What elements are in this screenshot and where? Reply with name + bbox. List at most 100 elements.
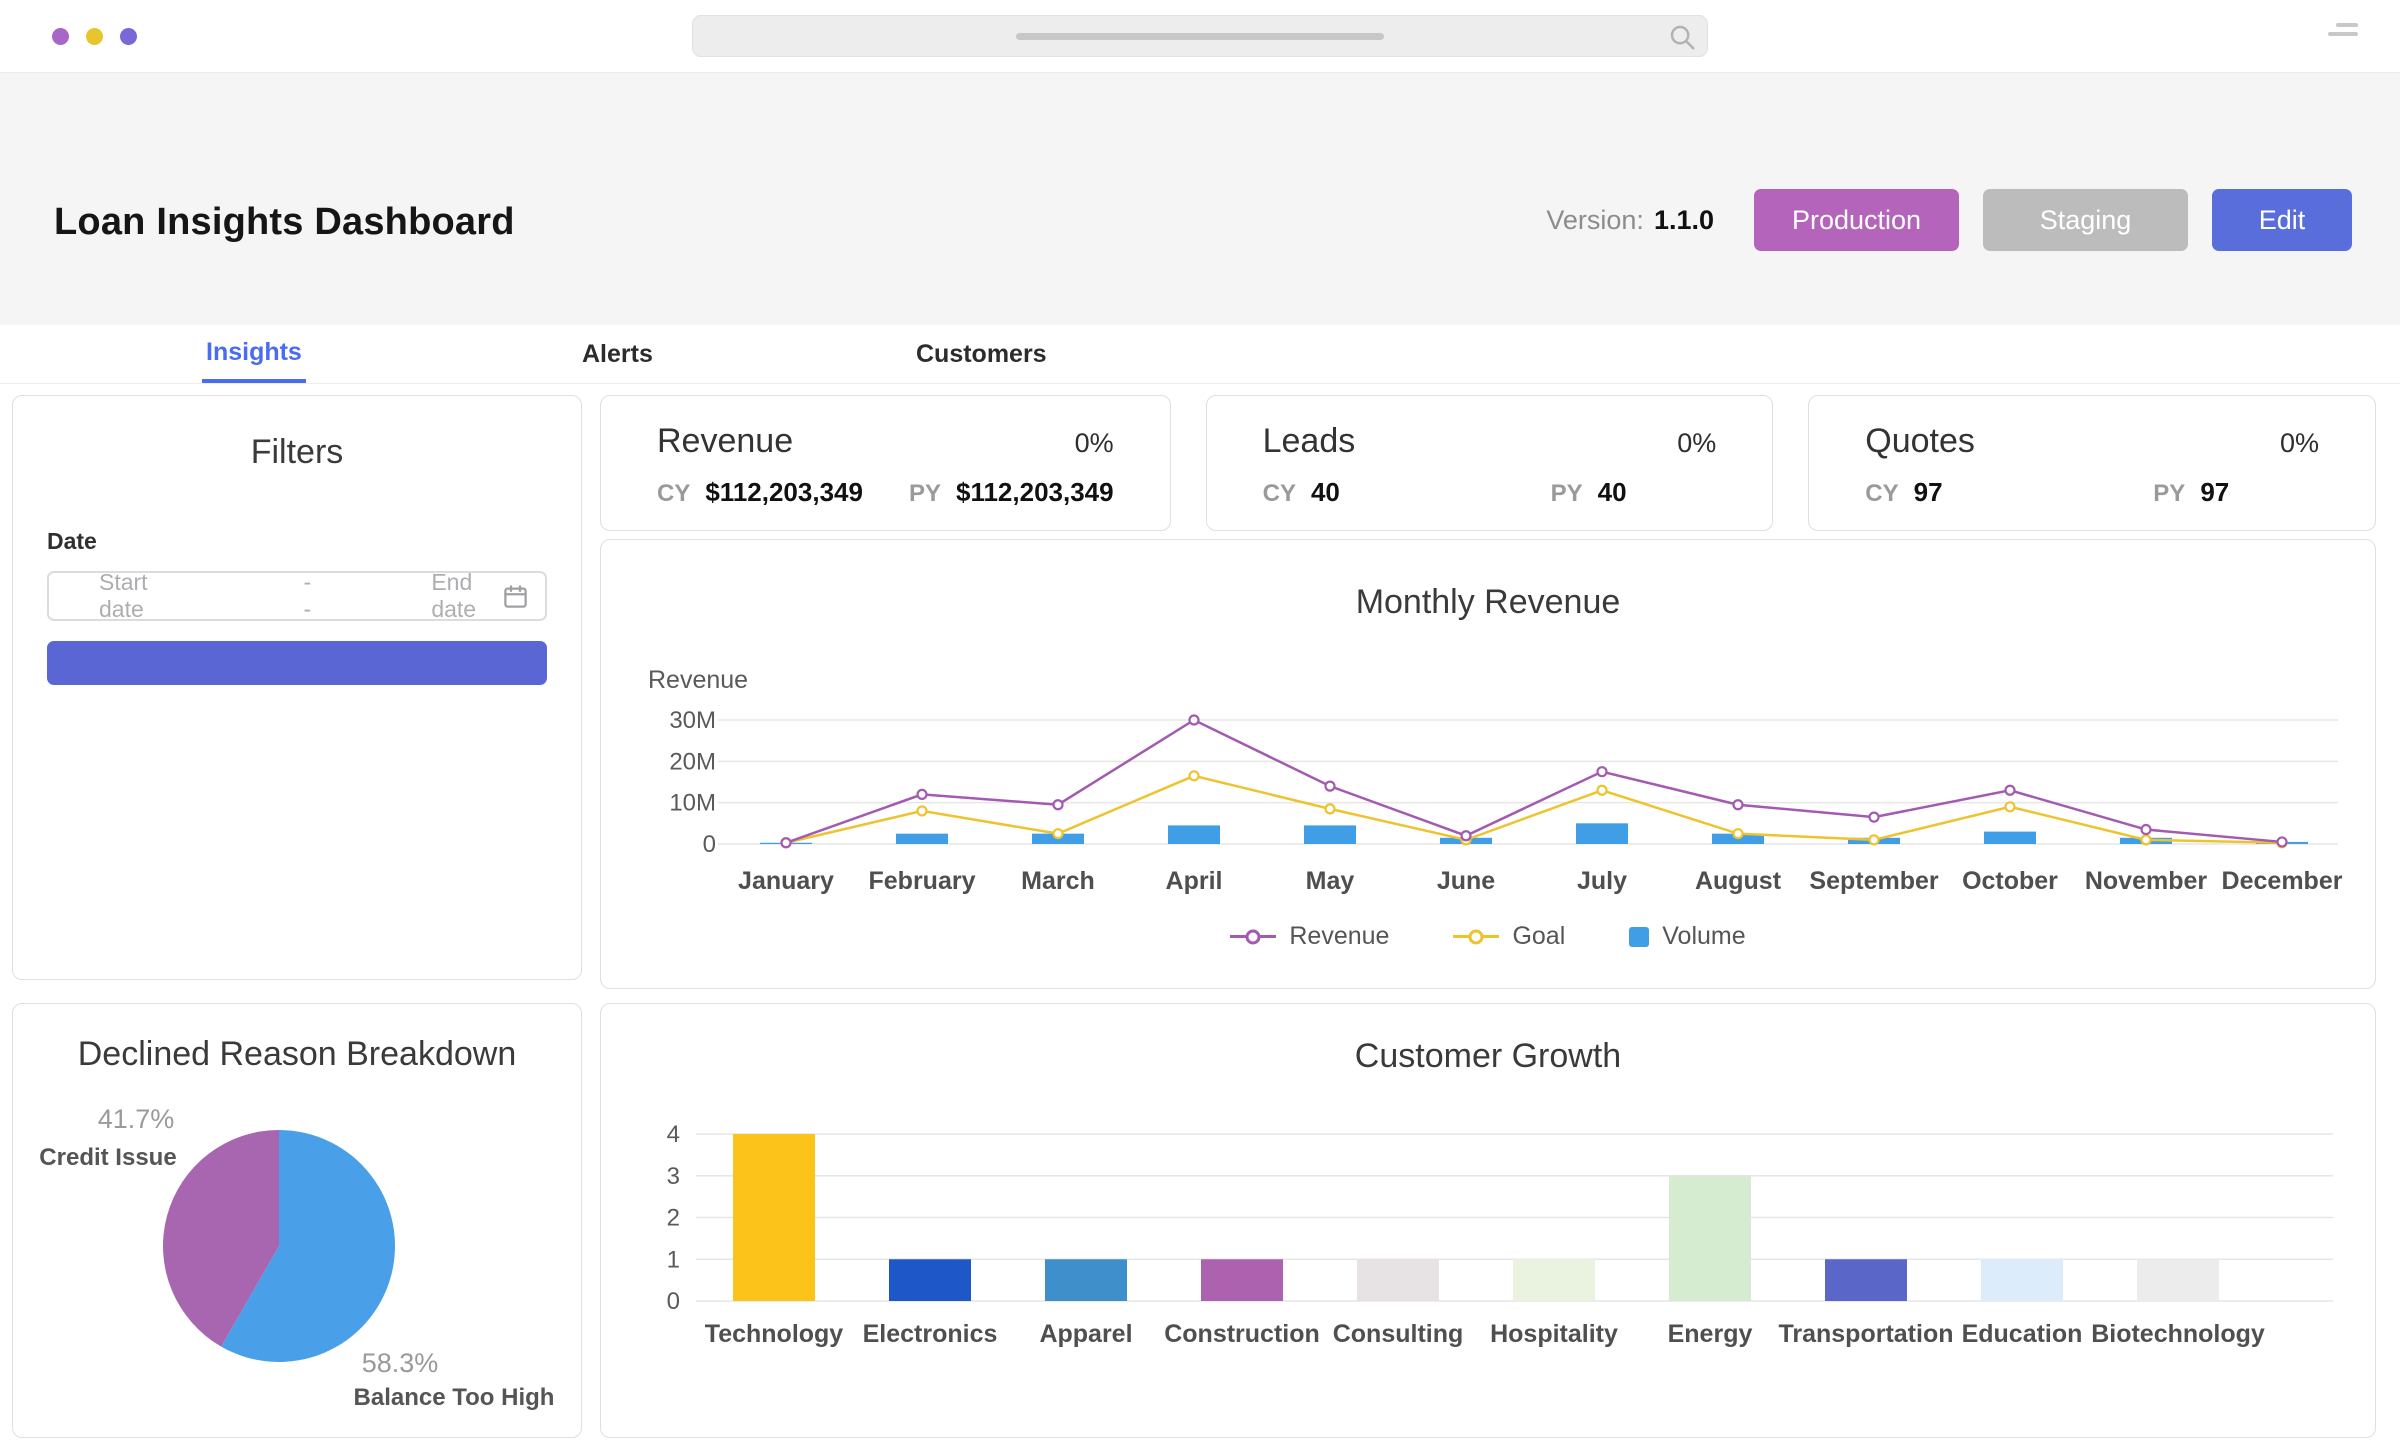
- customer-growth-chart: 0 1 2 3 4 Technology Electronics Apparel Constru…: [667, 1121, 2333, 1348]
- kpi-py-value: $112,203,349: [955, 477, 1114, 507]
- svg-text:Hospitality: Hospitality: [1490, 1320, 1618, 1348]
- growth-bar-energy: [1669, 1175, 1751, 1301]
- menu-icon[interactable]: [2328, 23, 2358, 36]
- growth-bar-apparel: [1045, 1259, 1127, 1301]
- kpi-py-value: 97: [2200, 477, 2230, 507]
- tab-insights[interactable]: Insights: [202, 325, 306, 383]
- kpi-title: Revenue: [657, 422, 794, 460]
- pie-pct-credit-issue: 41.7%: [97, 1104, 175, 1134]
- kpi-cy-label: CY: [657, 480, 691, 507]
- production-button[interactable]: Production: [1754, 189, 1959, 251]
- svg-text:3: 3: [667, 1163, 680, 1190]
- svg-text:April: April: [1166, 867, 1223, 895]
- kpi-delta: 0%: [1677, 428, 1717, 458]
- svg-text:March: March: [1021, 867, 1095, 895]
- svg-text:Technology: Technology: [705, 1320, 844, 1348]
- monthly-revenue-title: Monthly Revenue: [1355, 583, 1621, 621]
- kpi-py-value: 40: [1597, 477, 1627, 507]
- window-control-dot-3[interactable]: [120, 27, 137, 45]
- growth-bar-biotechnology: [2137, 1259, 2219, 1301]
- staging-button[interactable]: Staging: [1983, 189, 2188, 251]
- goal-line: [785, 774, 2283, 845]
- svg-text:Biotechnology: Biotechnology: [2091, 1320, 2265, 1348]
- page-title: Loan Insights Dashboard: [54, 201, 515, 243]
- window-bar: [0, 0, 2400, 72]
- svg-text:Consulting: Consulting: [1333, 1320, 1464, 1348]
- growth-bar-transportation: [1825, 1259, 1907, 1301]
- svg-text:October: October: [1962, 867, 2058, 895]
- svg-text:Electronics: Electronics: [863, 1320, 998, 1348]
- tab-customers[interactable]: Customers: [912, 325, 1051, 383]
- svg-text:November: November: [2085, 867, 2208, 895]
- volume-bar-april: [1168, 825, 1220, 844]
- pie-label-balance-too-high: Balance Too High: [353, 1384, 555, 1411]
- svg-text:September: September: [1809, 867, 1938, 895]
- kpi-cy-label: CY: [1865, 480, 1899, 507]
- growth-bar-consulting: [1357, 1259, 1439, 1301]
- tabs-bar: Insights Alerts Customers: [0, 325, 2400, 384]
- kpi-cy-value: 97: [1913, 477, 1943, 507]
- volume-bar-october: [1984, 831, 2036, 844]
- kpi-card-revenue: Revenue 0% CY $112,203,349 PY $112,203,349: [600, 395, 1171, 531]
- pie-label-credit-issue: Credit Issue: [39, 1144, 177, 1171]
- legend-item-goal[interactable]: Goal: [1453, 922, 1565, 951]
- growth-bar-education: [1981, 1259, 2063, 1301]
- svg-text:August: August: [1695, 867, 1782, 895]
- kpi-title: Quotes: [1865, 422, 1975, 460]
- filters-title: Filters: [250, 433, 344, 471]
- kpi-row: Revenue 0% CY $112,203,349 PY $112,203,349…: [600, 395, 2376, 531]
- svg-text:June: June: [1437, 867, 1495, 895]
- date-separator: --: [303, 569, 312, 622]
- customer-growth-title: Customer Growth: [1354, 1037, 1622, 1075]
- volume-bar-july: [1576, 823, 1628, 844]
- kpi-py-label: PY: [2153, 480, 2186, 507]
- goal-line-swatch: [1453, 929, 1500, 944]
- kpi-cy-value: 40: [1310, 477, 1340, 507]
- legend-label: Revenue: [1289, 922, 1390, 950]
- svg-text:10M: 10M: [669, 790, 716, 817]
- svg-text:December: December: [2222, 867, 2343, 895]
- volume-bar-may: [1304, 825, 1356, 844]
- monthly-revenue-chart: 0 10M 20M 30M Revenue January February March Apr…: [648, 666, 2343, 895]
- kpi-cy-value: $112,203,349: [705, 477, 863, 507]
- version-text: Version: 1.1.0: [1546, 205, 1714, 236]
- legend-label: Volume: [1662, 922, 1746, 950]
- start-date-placeholder[interactable]: Start date: [99, 569, 176, 623]
- kpi-delta: 0%: [1074, 428, 1114, 458]
- growth-bar-hospitality: [1513, 1259, 1595, 1301]
- svg-text:Revenue: Revenue: [648, 666, 748, 694]
- version-label: Version:: [1546, 204, 1644, 235]
- header: Loan Insights Dashboard Version: 1.1.0 Pr…: [0, 72, 2400, 377]
- customer-growth-card: Customer Growth 0 1 2 3 4 Technology Electroni…: [600, 1003, 2376, 1438]
- svg-text:Education: Education: [1962, 1320, 2083, 1348]
- kpi-card-leads: Leads 0% CY 40 PY 40: [1205, 395, 1774, 531]
- svg-text:May: May: [1306, 867, 1355, 895]
- growth-bar-electronics: [889, 1259, 971, 1301]
- growth-bar-technology: [733, 1134, 815, 1301]
- edit-button[interactable]: Edit: [2212, 189, 2352, 251]
- address-search-input[interactable]: [692, 15, 1708, 57]
- date-label: Date: [47, 528, 97, 554]
- legend-item-volume[interactable]: Volume: [1629, 922, 1746, 951]
- svg-text:0: 0: [667, 1288, 680, 1315]
- kpi-py-label: PY: [908, 480, 941, 507]
- calendar-icon[interactable]: [502, 583, 529, 610]
- growth-bar-construction: [1201, 1259, 1283, 1301]
- monthly-revenue-legend: Revenue Goal Volume: [601, 922, 2375, 951]
- kpi-delta: 0%: [2279, 428, 2319, 458]
- declined-reason-card: Declined Reason Breakdown 41.7% Credit I…: [12, 1003, 582, 1438]
- legend-item-revenue[interactable]: Revenue: [1230, 922, 1389, 951]
- svg-text:Apparel: Apparel: [1039, 1320, 1132, 1348]
- date-range-input[interactable]: Start date -- End date: [47, 569, 547, 623]
- end-date-placeholder[interactable]: End date: [431, 569, 502, 623]
- apply-filters-button[interactable]: [47, 641, 547, 685]
- svg-text:January: January: [738, 867, 834, 895]
- revenue-line: [785, 718, 2283, 844]
- tab-alerts[interactable]: Alerts: [578, 325, 657, 383]
- window-control-dot-2[interactable]: [86, 27, 103, 45]
- svg-text:4: 4: [667, 1121, 680, 1148]
- svg-text:February: February: [869, 867, 976, 895]
- volume-bar-swatch: [1629, 926, 1650, 947]
- search-icon[interactable]: [1667, 22, 1697, 57]
- window-control-dot-1[interactable]: [52, 27, 69, 45]
